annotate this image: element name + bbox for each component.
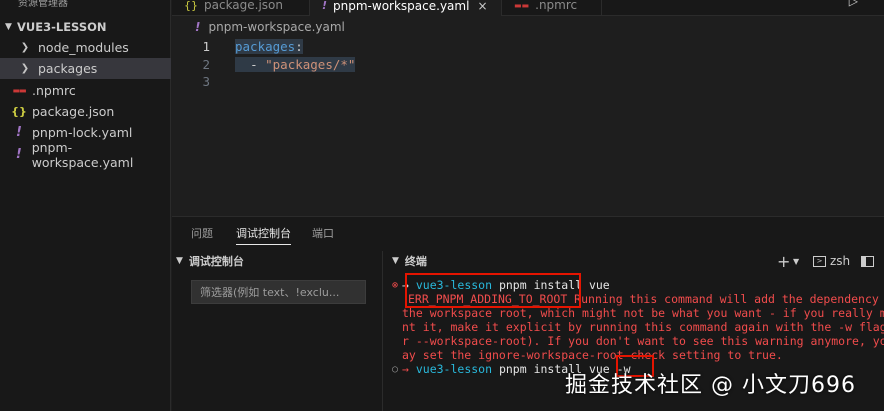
- chevron-down-icon[interactable]: ▼: [793, 251, 799, 271]
- terminal-line: r --workspace-root). If you don't want t…: [402, 334, 884, 348]
- breadcrumb[interactable]: ! pnpm-workspace.yaml: [172, 18, 345, 36]
- watermark: 掘金技术社区 @ 小文刀696: [565, 373, 856, 398]
- terminal-line: ay set the ignore-workspace-root-check s…: [402, 348, 783, 362]
- close-icon[interactable]: ×: [477, 0, 487, 13]
- debug-console-header[interactable]: ▼ 调试控制台: [176, 251, 244, 271]
- tab-package-json[interactable]: {} package.json: [172, 0, 310, 16]
- chevron-right-icon: ❯: [20, 63, 30, 74]
- terminal-line: the workspace root, which might not be w…: [402, 306, 884, 320]
- line-number: 2: [202, 56, 210, 72]
- tab-pnpm-workspace[interactable]: ! pnpm-workspace.yaml ×: [310, 0, 502, 16]
- split-terminal-icon[interactable]: [860, 251, 874, 271]
- tree-item-label: package.json: [32, 104, 115, 119]
- tree-item-label: pnpm-lock.yaml: [32, 125, 133, 140]
- debug-filter-input[interactable]: [191, 280, 366, 304]
- yaml-icon: !: [15, 147, 22, 162]
- yaml-icon: !: [16, 125, 22, 140]
- workspace-section-header[interactable]: ▼ VUE3-LESSON: [0, 16, 171, 38]
- chevron-down-icon: ▼: [176, 256, 183, 266]
- tab-label: package.json: [204, 0, 284, 12]
- tree-item-label: pnpm-workspace.yaml: [31, 139, 134, 170]
- tab-npmrc[interactable]: ▬▬ .npmrc: [502, 0, 602, 16]
- terminal-icon: >: [813, 255, 826, 267]
- code-line: 3: [172, 72, 884, 90]
- code-line: 2 - "packages/*": [172, 55, 884, 73]
- explorer-title: 资源管理器: [18, 0, 68, 9]
- json-icon: {}: [184, 0, 198, 12]
- npm-icon: ▬▬: [514, 0, 530, 10]
- chevron-down-icon: ▼: [5, 22, 12, 32]
- line-number: 3: [202, 73, 210, 89]
- tree-item-pnpm-workspace[interactable]: ! pnpm-workspace.yaml: [0, 140, 171, 170]
- terminal-shell-selector[interactable]: > zsh: [813, 251, 850, 271]
- tree-item-label: .npmrc: [32, 83, 76, 98]
- circle-icon: ○: [392, 363, 399, 375]
- json-icon: {}: [11, 105, 27, 118]
- tree-item-package-json[interactable]: {} package.json: [0, 101, 171, 122]
- tab-ports[interactable]: 端口: [312, 217, 334, 249]
- tree-item-npmrc[interactable]: ▬▬ .npmrc: [0, 80, 171, 101]
- tree-item-node-modules[interactable]: ❯ node_modules: [0, 37, 171, 58]
- npm-icon: ▬▬: [12, 86, 26, 95]
- tab-debug-console[interactable]: 调试控制台: [236, 217, 291, 249]
- tree-item-packages[interactable]: ❯ packages: [0, 58, 171, 79]
- terminal-line: nt it, make it explicit by running this …: [402, 320, 884, 334]
- terminal-header[interactable]: ▼ 终端: [392, 251, 427, 271]
- tree-item-label: packages: [38, 61, 98, 76]
- run-icon[interactable]: ▷: [849, 0, 858, 8]
- tree-item-label: node_modules: [38, 40, 129, 55]
- panel-divider[interactable]: [382, 251, 383, 411]
- tab-label: .npmrc: [535, 0, 578, 12]
- annotation-box: [405, 273, 581, 308]
- breadcrumb-file: pnpm-workspace.yaml: [208, 20, 345, 34]
- code-text: - "packages/*": [235, 56, 356, 72]
- yaml-icon: !: [195, 20, 201, 34]
- chevron-right-icon: ❯: [20, 42, 30, 53]
- chevron-down-icon: ▼: [392, 256, 399, 266]
- yaml-icon: !: [322, 0, 328, 12]
- line-number: 1: [202, 38, 210, 54]
- code-text: packages:: [235, 38, 303, 54]
- error-icon: ⊗: [392, 279, 399, 291]
- tab-label: pnpm-workspace.yaml: [333, 0, 470, 13]
- code-line: 1 packages:: [172, 37, 884, 55]
- workspace-name: VUE3-LESSON: [17, 20, 107, 34]
- new-terminal-icon[interactable]: +: [777, 251, 790, 271]
- explorer-sidebar: 资源管理器 ▼ VUE3-LESSON ❯ node_modules ❯ pac…: [0, 0, 171, 411]
- tab-problems[interactable]: 问题: [191, 217, 213, 249]
- editor-tab-bar: {} package.json ! pnpm-workspace.yaml × …: [172, 0, 884, 16]
